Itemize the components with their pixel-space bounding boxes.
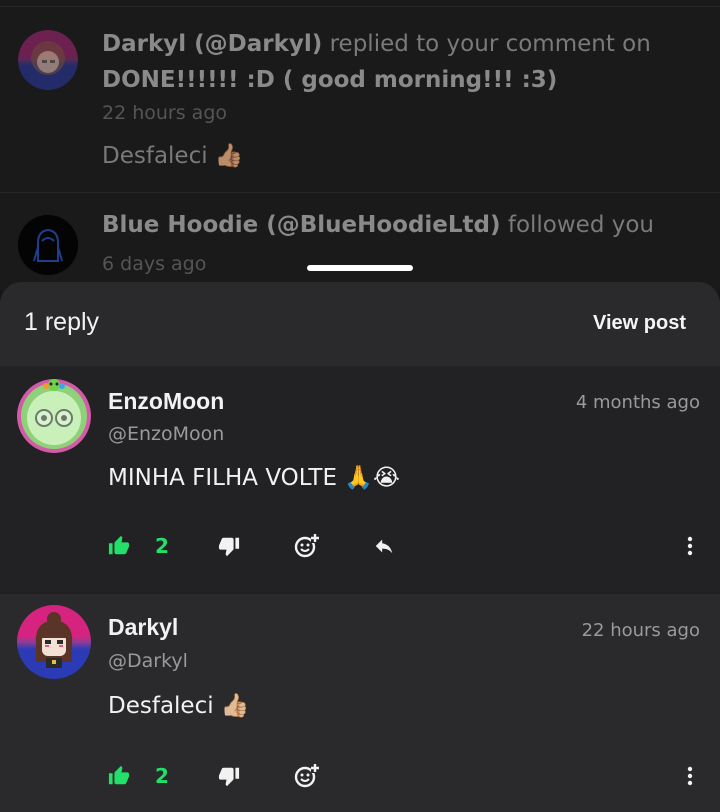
comment-author-name[interactable]: EnzoMoon (108, 388, 224, 415)
notification-action: followed you (507, 212, 654, 238)
comment-author-handle: @Darkyl (108, 650, 188, 672)
comment-author-handle: @EnzoMoon (108, 423, 225, 445)
comment-item: EnzoMoon @EnzoMoon 4 months ago MINHA FI… (0, 366, 720, 592)
add-reaction-icon[interactable] (292, 532, 320, 560)
comment-actions: 2 (0, 526, 720, 566)
comment-actions: 2 (0, 756, 720, 796)
replies-count-title: 1 reply (24, 308, 100, 336)
comment-time: 4 months ago (575, 392, 700, 413)
replies-sheet: 1 reply View post EnzoMoon @EnzoMoon 4 m… (0, 282, 720, 812)
more-vertical-icon[interactable] (680, 532, 700, 560)
notification-action: replied to your comment on (329, 31, 651, 57)
more-vertical-icon[interactable] (680, 762, 700, 790)
thumbs-up-icon[interactable] (108, 762, 130, 790)
notification-time: 22 hours ago (102, 102, 228, 124)
view-post-button[interactable]: View post (593, 312, 686, 335)
thumbs-up-icon[interactable] (108, 532, 130, 560)
like-count: 2 (155, 764, 169, 788)
avatar (18, 215, 78, 275)
like-count: 2 (155, 534, 169, 558)
notification-reply[interactable]: Darkyl (@Darkyl) replied to your comment… (0, 8, 720, 192)
comment-author-name[interactable]: Darkyl (108, 614, 178, 641)
notification-user[interactable]: Blue Hoodie (@BlueHoodieLtd) (102, 212, 501, 238)
notification-comment: Desfaleci 👍🏽 (102, 143, 244, 169)
sheet-header: 1 reply View post (0, 282, 720, 366)
reply-icon[interactable] (371, 532, 397, 560)
avatar (18, 30, 78, 90)
add-reaction-icon[interactable] (292, 762, 320, 790)
comment-text: Desfaleci 👍🏼 (108, 693, 250, 719)
notification-user[interactable]: Darkyl (@Darkyl) (102, 31, 322, 57)
thumbs-down-icon[interactable] (218, 532, 240, 560)
comment-time: 22 hours ago (581, 620, 700, 641)
notification-follow[interactable]: Blue Hoodie (@BlueHoodieLtd) followed yo… (0, 193, 720, 290)
comment-item: Darkyl @Darkyl 22 hours ago Desfaleci 👍🏼… (0, 594, 720, 812)
sheet-drag-handle[interactable] (307, 265, 413, 271)
notification-time: 6 days ago (102, 253, 207, 275)
thumbs-down-icon[interactable] (218, 762, 240, 790)
comment-text: MINHA FILHA VOLTE 🙏😭 (108, 465, 400, 491)
avatar[interactable] (16, 604, 92, 680)
notification-text: Darkyl (@Darkyl) replied to your comment… (102, 26, 702, 98)
notifications-background: Darkyl (@Darkyl) replied to your comment… (0, 0, 720, 290)
notification-post-title[interactable]: DONE!!!!!! :D ( good morning!!! :3) (102, 67, 557, 93)
avatar[interactable] (16, 378, 92, 454)
notification-text: Blue Hoodie (@BlueHoodieLtd) followed yo… (102, 207, 702, 243)
divider (0, 6, 720, 7)
